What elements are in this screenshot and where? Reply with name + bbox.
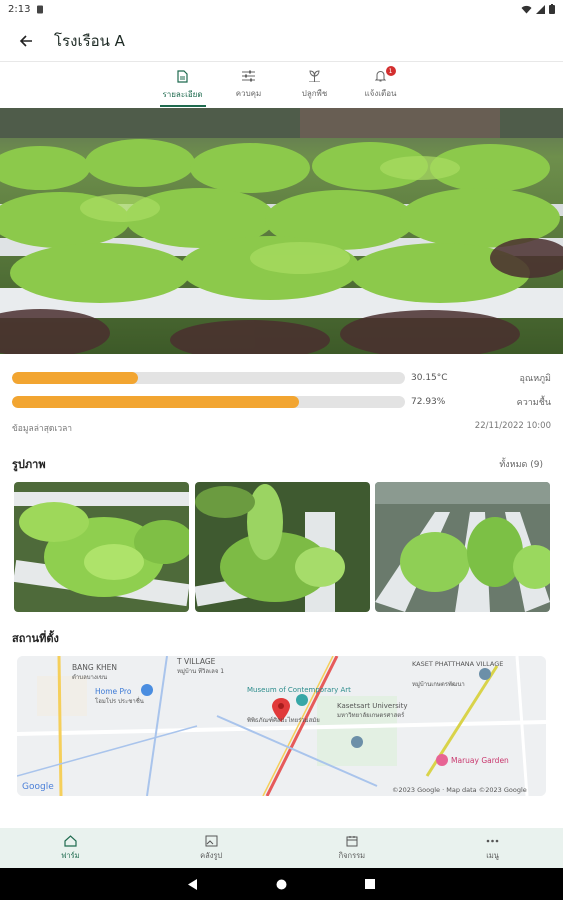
- temperature-label: อุณหภูมิ: [519, 374, 551, 384]
- status-bar: 2:13: [0, 0, 563, 18]
- arrow-left-icon: [19, 34, 32, 47]
- map-label: Kasetsart University: [337, 702, 408, 710]
- tab-bar: รายละเอียด ควบคุม ปลูกพืช 1 แจ้งเตือน: [0, 63, 563, 107]
- status-time: 2:13: [8, 3, 31, 15]
- map-label: พิพิธภัณฑ์ศิลปะไทยร่วมสมัย: [247, 716, 320, 724]
- nav-label: เมนู: [486, 850, 499, 860]
- greenhouse-photo: [0, 108, 563, 354]
- photo-thumbnail[interactable]: [195, 482, 370, 612]
- document-icon: [177, 69, 188, 83]
- page-title: โรงเรือน A: [54, 31, 125, 50]
- last-update: ข้อมูลล่าสุดเวลา 22/11/2022 10:00: [12, 421, 551, 435]
- tab-control[interactable]: ควบคุม: [216, 63, 282, 107]
- temperature-bar-fill: [12, 372, 138, 384]
- gallery-icon: [205, 835, 218, 846]
- location-title: สถานที่ตั้ง: [12, 632, 59, 645]
- sliders-icon: [242, 70, 255, 82]
- home-circle-icon[interactable]: [276, 879, 287, 890]
- last-update-datetime: 22/11/2022 10:00: [474, 421, 551, 431]
- map-label: ตำบลบางเขน: [72, 674, 107, 681]
- wifi-icon: [521, 5, 532, 13]
- photo-thumbnail[interactable]: [14, 482, 189, 612]
- tab-notifications[interactable]: 1 แจ้งเตือน: [348, 63, 414, 107]
- map-label: Museum of Contemporary Art: [247, 686, 351, 694]
- map-label: T VILLAGE: [176, 657, 216, 666]
- home-icon: [64, 834, 77, 847]
- tab-details[interactable]: รายละเอียด: [150, 63, 216, 107]
- map-label: Maruay Garden: [451, 756, 509, 765]
- back-triangle-icon[interactable]: [188, 878, 198, 890]
- tab-label: ปลูกพืช: [301, 89, 328, 98]
- map-copyright: ©2023 Google · Map data ©2023 Google: [392, 786, 527, 794]
- map-label: Home Pro: [95, 687, 132, 696]
- see-all-photos-link[interactable]: ทั้งหมด (9): [499, 457, 543, 471]
- nav-label: กิจกรรม: [338, 850, 366, 860]
- bell-icon: [375, 71, 386, 82]
- tab-planting[interactable]: ปลูกพืช: [282, 63, 348, 107]
- last-update-label: ข้อมูลล่าสุดเวลา: [12, 424, 73, 434]
- humidity-metric: 72.93% ความชื้น: [12, 395, 563, 409]
- map-label: BANG KHEN: [72, 663, 117, 672]
- nav-activities[interactable]: กิจกรรม: [307, 828, 397, 868]
- google-logo: Google: [22, 782, 54, 792]
- tab-label: แจ้งเตือน: [364, 89, 397, 98]
- temperature-metric: 30.15°C อุณหภูมิ: [12, 371, 563, 385]
- battery-icon: [549, 4, 555, 14]
- sprout-icon: [309, 70, 320, 82]
- back-button[interactable]: [0, 20, 52, 62]
- tab-label: รายละเอียด: [162, 89, 203, 99]
- humidity-bar-fill: [12, 396, 299, 408]
- location-map[interactable]: BANG KHEN ตำบลบางเขน Home Pro โฮมโปร ประ…: [17, 656, 546, 796]
- photos-title: รูปภาพ: [12, 458, 46, 471]
- humidity-bar: [12, 396, 405, 408]
- photo-thumbnail[interactable]: [375, 482, 550, 612]
- map-label: มหาวิทยาลัยเกษตรศาสตร์: [337, 711, 405, 719]
- temperature-bar: [12, 372, 405, 384]
- more-icon: [486, 839, 499, 842]
- humidity-label: ความชื้น: [516, 398, 551, 408]
- map-label: KASET PHATTHANA VILLAGE: [412, 660, 503, 668]
- map-label: หมู่บ้านเกษตรพัฒนา: [412, 681, 465, 688]
- app-bar: โรงเรือน A: [0, 20, 563, 62]
- nav-farm[interactable]: ฟาร์ม: [25, 828, 115, 868]
- map-label: หมู่บ้าน ทีวิลเลจ 1: [177, 667, 224, 675]
- calendar-icon: [346, 835, 358, 846]
- sim-icon: [37, 5, 44, 13]
- nav-menu[interactable]: เมนู: [448, 828, 538, 868]
- humidity-value: 72.93%: [411, 397, 446, 407]
- signal-icon: [536, 4, 545, 14]
- bottom-navigation: ฟาร์ม คลังรูป กิจกรรม เมนู: [0, 828, 563, 868]
- map-label: โฮมโปร ประชาชื่น: [95, 697, 144, 705]
- temperature-value: 30.15°C: [411, 373, 448, 383]
- nav-label: คลังรูป: [200, 850, 223, 860]
- recents-square-icon[interactable]: [365, 879, 375, 889]
- system-navigation-bar: [0, 868, 563, 900]
- tab-label: ควบคุม: [235, 89, 262, 98]
- nav-gallery[interactable]: คลังรูป: [166, 828, 256, 868]
- nav-label: ฟาร์ม: [61, 850, 80, 860]
- notification-badge: 1: [385, 66, 396, 76]
